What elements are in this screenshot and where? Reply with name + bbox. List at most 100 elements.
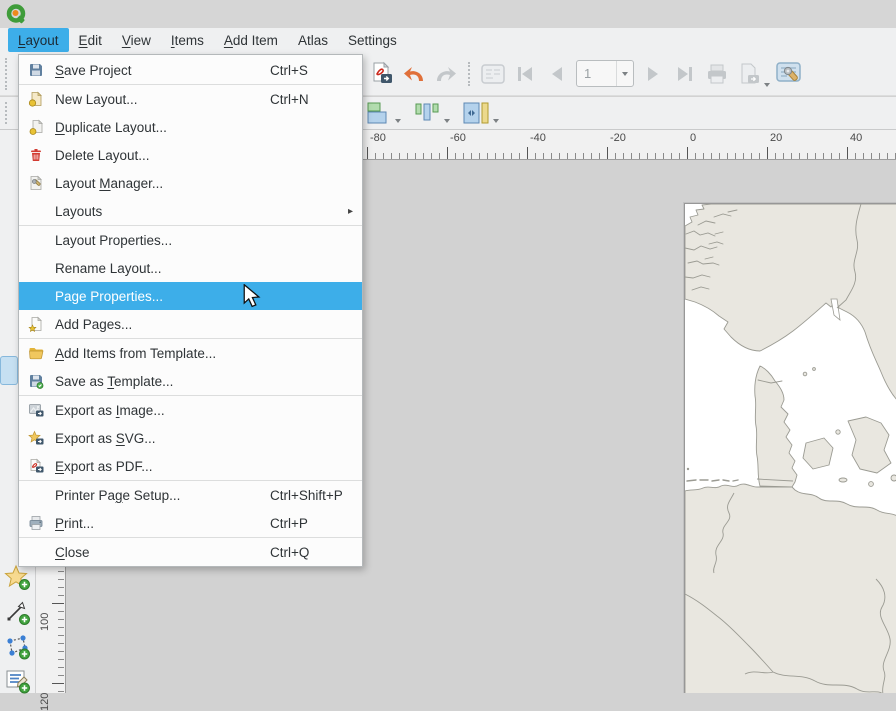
ruler-label: -60	[450, 132, 466, 144]
export-atlas-icon	[737, 62, 761, 86]
resize-items-button[interactable]	[460, 100, 501, 126]
atlas-feature-dropdown[interactable]	[616, 61, 633, 86]
menu-item-rename-layout[interactable]: Rename Layout...	[19, 254, 362, 282]
ruler-label: -20	[610, 132, 626, 144]
menu-item-label: Delete Layout...	[55, 148, 150, 163]
menu-item-duplicate-layout[interactable]: Duplicate Layout...	[19, 113, 362, 141]
menu-item-print[interactable]: Print... Ctrl+P	[19, 509, 362, 537]
undo-button[interactable]	[398, 58, 430, 90]
menubar-item-settings[interactable]: Settings	[338, 28, 407, 52]
menubar-item-edit[interactable]: Edit	[69, 28, 112, 52]
map-zealand	[848, 417, 891, 473]
menubar-label: View	[122, 33, 151, 48]
add-shape-button[interactable]	[3, 563, 32, 592]
export-pdf-icon	[369, 61, 395, 87]
ruler-label: 120	[39, 685, 51, 711]
menu-item-export-as-pdf[interactable]: Export as PDF...	[19, 452, 362, 480]
ruler-label: 0	[690, 132, 696, 144]
chevron-down-icon	[444, 119, 450, 123]
distribute-items-icon	[413, 101, 441, 125]
duplicate-layout-icon	[24, 119, 48, 135]
menu-item-layout-manager[interactable]: Layout Manager...	[19, 169, 362, 197]
atlas-feature-combobox[interactable]: 1	[576, 60, 634, 87]
atlas-feature-value[interactable]: 1	[577, 66, 616, 81]
ruler-label: -40	[530, 132, 546, 144]
menubar-item-add-item[interactable]: Add Item	[214, 28, 288, 52]
first-feature-button[interactable]	[509, 58, 541, 90]
menu-item-layout-properties[interactable]: Layout Properties...	[19, 226, 362, 254]
menu-item-label: Print...	[55, 516, 94, 531]
menubar-item-atlas[interactable]: Atlas	[288, 28, 338, 52]
layout-menu-dropdown: Save Project Ctrl+S New Layout... Ctrl+N…	[18, 54, 363, 567]
qgis-logo-icon	[5, 3, 27, 25]
toolbar-handle[interactable]	[5, 102, 11, 124]
menubar-item-layout[interactable]: Layout	[8, 28, 69, 52]
menu-item-layouts[interactable]: Layouts ▸	[19, 197, 362, 225]
menu-item-label: Page Properties...	[55, 289, 163, 304]
menu-item-shortcut: Ctrl+S	[270, 63, 362, 78]
menu-item-page-properties[interactable]: Page Properties...	[19, 282, 362, 310]
menu-item-export-as-image[interactable]: Export as Image...	[19, 396, 362, 424]
menu-item-label: Layout Properties...	[55, 233, 172, 248]
layout-page[interactable]	[684, 203, 896, 693]
save-template-icon	[24, 373, 48, 389]
menu-item-export-as-svg[interactable]: Export as SVG...	[19, 424, 362, 452]
previous-feature-button[interactable]	[541, 58, 573, 90]
menu-item-label: Duplicate Layout...	[55, 120, 167, 135]
menu-item-save-project[interactable]: Save Project Ctrl+S	[19, 56, 362, 84]
toolbar-handle[interactable]	[5, 58, 11, 90]
menu-item-add-items-from-template[interactable]: Add Items from Template...	[19, 339, 362, 367]
last-feature-button[interactable]	[669, 58, 701, 90]
align-items-button[interactable]	[364, 100, 403, 126]
menu-item-shortcut: Ctrl+N	[270, 92, 362, 107]
map-germany	[685, 484, 896, 693]
add-arrow-icon	[4, 599, 31, 626]
export-atlas-button[interactable]	[733, 58, 773, 90]
chevron-down-icon	[764, 83, 770, 87]
export-svg-icon	[24, 430, 48, 446]
map-frisian-islands	[687, 480, 738, 481]
menu-bar: Layout Edit View Items Add Item Atlas Se…	[0, 28, 896, 52]
atlas-settings-button[interactable]	[773, 58, 805, 90]
menu-item-label: Export as Image...	[55, 403, 165, 418]
print-atlas-button[interactable]	[701, 58, 733, 90]
ruler-label: 20	[770, 132, 782, 144]
menu-item-delete-layout[interactable]: Delete Layout...	[19, 141, 362, 169]
menubar-item-items[interactable]: Items	[161, 28, 214, 52]
menu-item-label: New Layout...	[55, 92, 138, 107]
redo-icon	[434, 62, 458, 86]
menu-item-save-as-template[interactable]: Save as Template...	[19, 367, 362, 395]
export-pdf-icon	[24, 458, 48, 474]
export-image-icon	[24, 402, 48, 418]
add-html-frame-icon	[4, 667, 31, 694]
preview-atlas-button[interactable]	[477, 58, 509, 90]
add-pages-icon	[24, 316, 48, 332]
print-icon	[24, 515, 48, 531]
print-atlas-icon	[705, 62, 729, 86]
add-node-item-button[interactable]	[3, 632, 32, 661]
menu-item-label: Export as SVG...	[55, 431, 156, 446]
menu-item-label: Save Project	[55, 63, 132, 78]
menu-item-label: Add Pages...	[55, 317, 132, 332]
menu-item-add-pages[interactable]: Add Pages...	[19, 310, 362, 338]
menubar-item-view[interactable]: View	[112, 28, 161, 52]
menu-item-printer-page-setup[interactable]: Printer Page Setup... Ctrl+Shift+P	[19, 481, 362, 509]
first-feature-icon	[514, 63, 536, 85]
align-items-icon	[366, 101, 392, 125]
add-arrow-button[interactable]	[3, 598, 32, 627]
export-pdf-button[interactable]	[366, 58, 398, 90]
redo-button[interactable]	[430, 58, 462, 90]
last-feature-icon	[674, 63, 696, 85]
map-item	[685, 204, 896, 693]
menu-item-new-layout[interactable]: New Layout... Ctrl+N	[19, 85, 362, 113]
preview-atlas-icon	[480, 61, 506, 87]
active-tool-button[interactable]	[0, 356, 18, 385]
menu-item-label: Close	[55, 545, 90, 560]
menubar-label: Layout	[18, 33, 59, 48]
add-html-frame-button[interactable]	[3, 666, 32, 695]
distribute-items-button[interactable]	[411, 100, 452, 126]
next-feature-button[interactable]	[637, 58, 669, 90]
chevron-down-icon	[395, 119, 401, 123]
menu-item-label: Printer Page Setup...	[55, 488, 180, 503]
menu-item-close[interactable]: Close Ctrl+Q	[19, 538, 362, 566]
